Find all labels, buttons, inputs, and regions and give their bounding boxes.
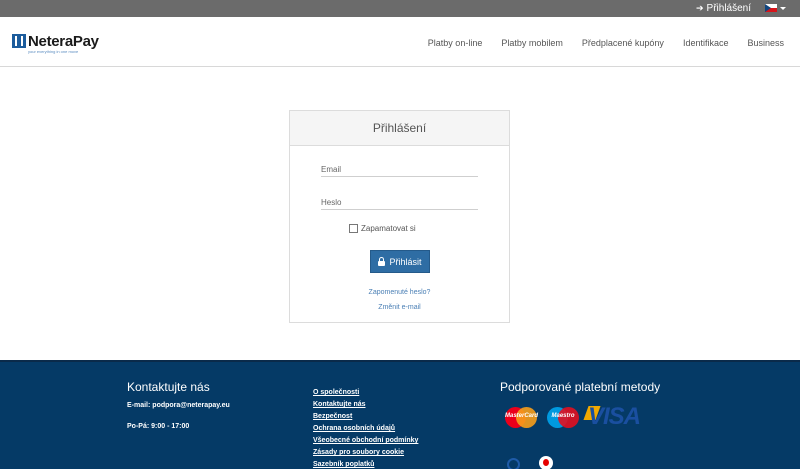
footer-link-bezpecnost[interactable]: Bezpečnost	[313, 412, 418, 421]
visa-logo: VISA	[588, 403, 641, 430]
nav-item-predplacene-kupony[interactable]: Předplacené kupóny	[582, 38, 664, 48]
top-login-link[interactable]: ➔ Přihlášení	[696, 3, 751, 14]
mastercard-logo: MasterCard	[505, 407, 538, 428]
logo-name: NeteraPay	[28, 33, 99, 50]
nav-item-platby-mobilem[interactable]: Platby mobilem	[501, 38, 563, 48]
lock-icon	[378, 257, 386, 266]
logo-mark-icon	[12, 34, 26, 48]
footer-link-o-spolecnosti[interactable]: O společnosti	[313, 388, 418, 397]
login-panel-title: Přihlášení	[290, 111, 509, 146]
login-button[interactable]: Přihlásit	[370, 250, 430, 273]
o2-logo-icon	[507, 458, 520, 469]
chevron-down-icon	[780, 6, 786, 10]
contact-title: Kontaktujte nás	[127, 380, 210, 394]
remember-me[interactable]: Zapamatovat si	[349, 224, 416, 233]
footer-link-kontakty[interactable]: Kontaktujte nás	[313, 400, 418, 409]
nav-item-identifikace[interactable]: Identifikace	[683, 38, 729, 48]
nav-item-platby-online[interactable]: Platby on-line	[428, 38, 483, 48]
contact-email-label: E-mail:	[127, 402, 151, 409]
maestro-logo: Maestro	[547, 407, 579, 428]
contact-hours: Po-Pá: 9:00 - 17:00	[127, 423, 190, 430]
nav-item-business[interactable]: Business	[747, 38, 784, 48]
main-nav: Platby on-line Platby mobilem Předplacen…	[428, 38, 784, 48]
footer-links: O společnosti Kontaktujte nás Bezpečnost…	[313, 388, 418, 469]
login-panel: Přihlášení Zapamatovat si Přihlásit Zapo…	[289, 110, 510, 323]
site-footer: Kontaktujte nás E-mail: podpora@neterapa…	[0, 360, 800, 469]
czech-flag-icon	[765, 4, 777, 12]
footer-link-ochrana-udaju[interactable]: Ochrana osobních údajů	[313, 424, 418, 433]
footer-link-obchodni-podminky[interactable]: Všeobecné obchodní podmínky	[313, 436, 418, 445]
forgot-password-link[interactable]: Zapomenuté heslo?	[290, 289, 509, 296]
language-selector[interactable]	[765, 4, 786, 12]
remember-label: Zapamatovat si	[361, 224, 416, 233]
remember-checkbox[interactable]	[349, 224, 358, 233]
site-header: NeteraPay your everything in one move Pl…	[0, 17, 800, 67]
footer-link-sazebnik[interactable]: Sazebník poplatků	[313, 460, 418, 469]
top-login-label: Přihlášení	[706, 3, 751, 14]
payment-methods-title: Podporované platební metody	[500, 380, 661, 394]
change-email-link[interactable]: Změnit e-mail	[290, 304, 509, 311]
contact-email: E-mail: podpora@neterapay.eu	[127, 402, 230, 409]
footer-link-cookies[interactable]: Zásady pro soubory cookie	[313, 448, 418, 457]
top-utility-bar: ➔ Přihlášení	[0, 0, 800, 17]
logo-tagline: your everything in one move	[28, 49, 79, 54]
contact-email-value[interactable]: podpora@neterapay.eu	[152, 402, 230, 409]
sign-in-icon: ➔	[695, 3, 704, 13]
email-field[interactable]	[321, 163, 478, 177]
password-field[interactable]	[321, 196, 478, 210]
login-button-label: Přihlásit	[389, 256, 422, 267]
vodafone-logo-icon	[539, 456, 553, 469]
site-logo[interactable]: NeteraPay your everything in one move	[12, 34, 99, 54]
